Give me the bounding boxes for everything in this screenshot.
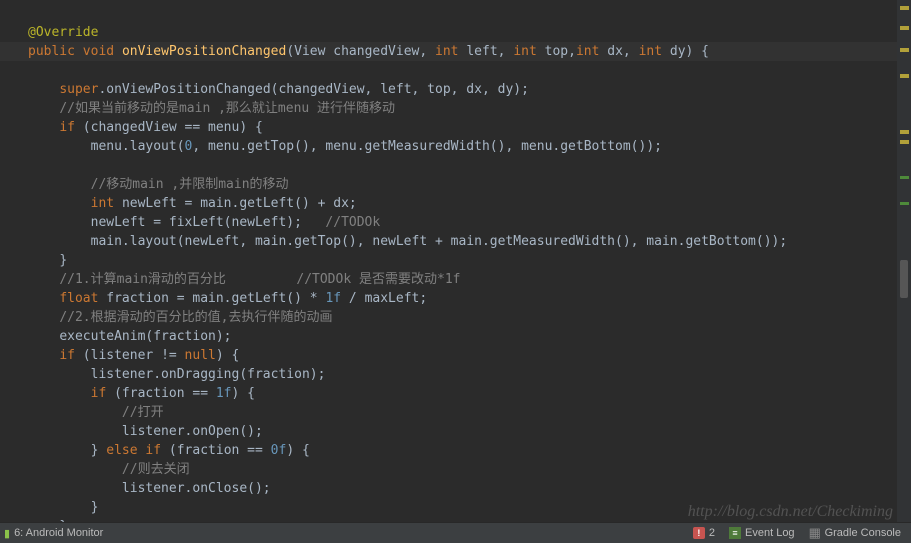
editor-marker-strip[interactable] — [897, 0, 911, 522]
status-bar: ▮ 6: Android Monitor ! 2 ≡ Event Log ▦ G… — [0, 522, 911, 543]
watermark-text: http://blog.csdn.net/Checkiming — [688, 503, 893, 521]
warning-marker[interactable] — [900, 26, 909, 30]
warning-marker[interactable] — [900, 130, 909, 134]
gradle-icon: ▦ — [809, 527, 821, 539]
android-monitor-tab[interactable]: ▮ 6: Android Monitor — [4, 527, 103, 540]
error-icon: ! — [693, 527, 705, 539]
change-marker[interactable] — [900, 202, 909, 205]
annotation: @Override — [28, 25, 98, 40]
warning-marker[interactable] — [900, 140, 909, 144]
error-count-value: 2 — [709, 527, 715, 539]
warning-marker[interactable] — [900, 48, 909, 52]
warning-marker[interactable] — [900, 6, 909, 10]
warning-marker[interactable] — [900, 74, 909, 78]
event-log-label: Event Log — [745, 527, 795, 539]
method-signature-line: public void onViewPositionChanged(View c… — [0, 42, 897, 61]
scrollbar-thumb[interactable] — [900, 260, 908, 298]
android-monitor-label: 6: Android Monitor — [14, 527, 103, 539]
gradle-console-tab[interactable]: ▦ Gradle Console — [809, 527, 901, 539]
code-editor[interactable]: @Override public void onViewPositionChan… — [0, 0, 897, 522]
change-marker[interactable] — [900, 176, 909, 179]
event-log-tab[interactable]: ≡ Event Log — [729, 527, 795, 539]
event-log-icon: ≡ — [729, 527, 741, 539]
android-icon: ▮ — [4, 527, 10, 540]
error-count[interactable]: ! 2 — [693, 527, 715, 539]
code-content: @Override public void onViewPositionChan… — [0, 0, 897, 522]
comment: //如果当前移动的是main ,那么就让menu 进行伴随移动 — [59, 101, 395, 116]
gradle-console-label: Gradle Console — [825, 527, 901, 539]
